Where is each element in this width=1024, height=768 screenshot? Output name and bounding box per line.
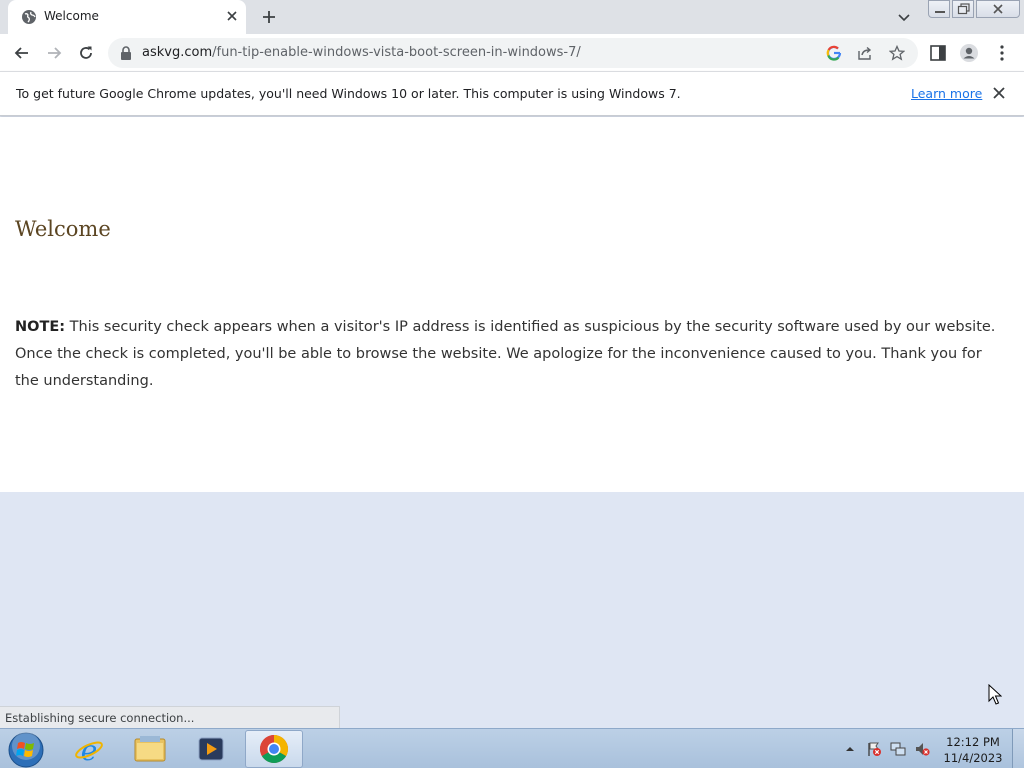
- minimize-icon: [935, 11, 945, 13]
- note-label: NOTE:: [15, 319, 66, 335]
- menu-kebab-icon[interactable]: [992, 43, 1012, 63]
- page-content: Welcome NOTE: This security check appear…: [0, 117, 1024, 492]
- clock-date: 11/4/2023: [943, 751, 1003, 765]
- system-clock[interactable]: 12:12 PM 11/4/2023: [940, 734, 1006, 766]
- tab-strip: Welcome: [0, 0, 1024, 34]
- close-icon: [993, 4, 1003, 14]
- restore-icon: [957, 3, 970, 15]
- taskbar: e 12:12 PM 11/4/2023: [0, 728, 1024, 768]
- infobar-close-icon[interactable]: [992, 86, 1006, 100]
- side-panel-icon[interactable]: [928, 43, 948, 63]
- update-infobar: To get future Google Chrome updates, you…: [0, 71, 1024, 116]
- chrome-icon: [260, 735, 288, 763]
- tab-close-icon[interactable]: [224, 8, 240, 24]
- browser-toolbar: askvg.com/fun-tip-enable-windows-vista-b…: [0, 34, 1024, 71]
- url-path: /fun-tip-enable-windows-vista-boot-scree…: [212, 45, 581, 60]
- back-icon[interactable]: [12, 43, 32, 63]
- volume-muted-icon[interactable]: [914, 741, 930, 757]
- show-desktop-button[interactable]: [1012, 729, 1024, 768]
- windows-explorer-icon: [134, 736, 166, 762]
- svg-text:e: e: [81, 734, 98, 765]
- globe-icon: [22, 10, 36, 24]
- show-hidden-icons-icon[interactable]: [842, 741, 858, 757]
- taskbar-media-player[interactable]: [182, 730, 240, 768]
- taskbar-internet-explorer[interactable]: e: [60, 730, 118, 768]
- taskbar-chrome[interactable]: [245, 730, 303, 768]
- lock-icon[interactable]: [120, 46, 132, 60]
- action-center-flag-icon[interactable]: [866, 741, 882, 757]
- restore-button[interactable]: [952, 0, 974, 18]
- url-host: askvg.com: [142, 45, 213, 60]
- status-bubble: Establishing secure connection...: [0, 706, 340, 728]
- infobar-message: To get future Google Chrome updates, you…: [16, 86, 681, 101]
- taskbar-windows-explorer[interactable]: [121, 730, 179, 768]
- page-title: Welcome: [15, 217, 111, 241]
- minimize-button[interactable]: [928, 0, 950, 18]
- forward-icon[interactable]: [44, 43, 64, 63]
- internet-explorer-icon: e: [75, 734, 103, 765]
- security-note: NOTE: This security check appears when a…: [15, 314, 1005, 395]
- new-tab-icon[interactable]: [260, 8, 278, 26]
- note-text: This security check appears when a visit…: [15, 319, 996, 389]
- tab-search-chevron-icon[interactable]: [896, 9, 912, 25]
- google-lens-icon[interactable]: [826, 45, 842, 61]
- bookmark-star-icon[interactable]: [889, 45, 905, 61]
- reload-icon[interactable]: [76, 43, 96, 63]
- url-text: askvg.com/fun-tip-enable-windows-vista-b…: [142, 45, 581, 60]
- address-bar[interactable]: askvg.com/fun-tip-enable-windows-vista-b…: [108, 38, 918, 68]
- tab-welcome[interactable]: Welcome: [8, 0, 246, 34]
- network-icon[interactable]: [890, 741, 906, 757]
- media-player-icon: [198, 737, 224, 761]
- start-button-windows-icon[interactable]: [6, 731, 46, 768]
- profile-avatar-icon[interactable]: [959, 43, 979, 63]
- share-icon[interactable]: [857, 45, 873, 61]
- clock-time: 12:12 PM: [946, 735, 1000, 749]
- window-close-button[interactable]: [976, 0, 1020, 18]
- mouse-cursor-icon: [988, 684, 1002, 705]
- learn-more-link[interactable]: Learn more: [911, 86, 982, 101]
- tab-title: Welcome: [44, 9, 99, 23]
